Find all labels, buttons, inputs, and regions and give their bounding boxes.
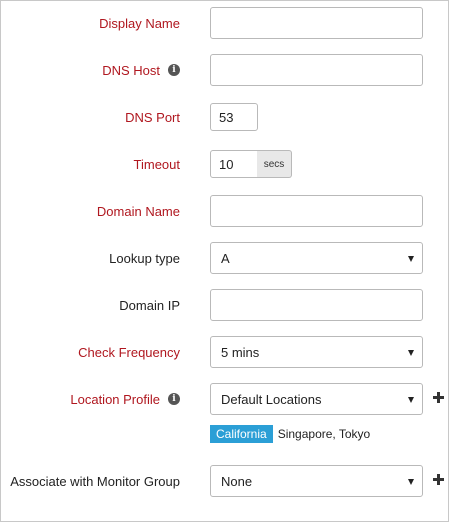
lookup-type-value: A bbox=[221, 250, 230, 266]
location-profile-select[interactable]: Default Locations bbox=[210, 383, 423, 415]
domain-ip-input[interactable] bbox=[210, 289, 423, 321]
check-frequency-value: 5 mins bbox=[221, 344, 260, 360]
display-name-input[interactable] bbox=[210, 7, 423, 39]
add-monitor-group-plus-icon[interactable] bbox=[433, 474, 444, 485]
check-frequency-select[interactable]: 5 mins bbox=[210, 336, 423, 368]
dns-port-label: DNS Port bbox=[125, 109, 180, 125]
domain-name-row: Domain Name bbox=[0, 195, 449, 227]
domain-ip-row: Domain IP bbox=[0, 289, 449, 321]
caret-down-icon bbox=[408, 350, 414, 356]
display-name-row: Display Name bbox=[0, 7, 449, 39]
lookup-type-select[interactable]: A bbox=[210, 242, 423, 274]
caret-down-icon bbox=[408, 479, 414, 485]
lookup-type-row: Lookup type A bbox=[0, 242, 449, 274]
location-profile-label: Location Profile i bbox=[70, 383, 180, 415]
dns-host-input[interactable] bbox=[210, 54, 423, 86]
monitor-group-label: Associate with Monitor Group bbox=[10, 473, 180, 489]
domain-name-label: Domain Name bbox=[96, 203, 180, 219]
monitor-group-select[interactable]: None bbox=[210, 465, 423, 497]
info-icon[interactable]: i bbox=[168, 393, 180, 405]
add-location-profile-plus-icon[interactable] bbox=[433, 392, 444, 403]
primary-location-badge: California bbox=[210, 425, 273, 443]
domain-name-input[interactable] bbox=[210, 195, 423, 227]
timeout-input[interactable]: 10 bbox=[210, 150, 258, 178]
monitor-group-row: Associate with Monitor Group None bbox=[0, 465, 449, 497]
timeout-row: Timeout 10 secs bbox=[0, 148, 449, 180]
timeout-label: Timeout bbox=[133, 156, 180, 172]
dns-host-row: DNS Host i bbox=[0, 54, 449, 86]
location-profile-value: Default Locations bbox=[221, 391, 322, 407]
lookup-type-label: Lookup type bbox=[109, 250, 180, 266]
monitor-group-value: None bbox=[221, 473, 253, 489]
caret-down-icon bbox=[408, 397, 414, 403]
timeout-unit-addon: secs bbox=[257, 150, 292, 178]
domain-ip-label: Domain IP bbox=[119, 297, 180, 313]
check-frequency-label: Check Frequency bbox=[78, 344, 180, 360]
dns-host-label: DNS Host i bbox=[102, 54, 180, 86]
check-frequency-row: Check Frequency 5 mins bbox=[0, 336, 449, 368]
other-locations-text: Singapore, Tokyo bbox=[277, 427, 371, 441]
caret-down-icon bbox=[408, 256, 414, 262]
dns-port-input[interactable]: 53 bbox=[210, 103, 258, 131]
location-summary: California Singapore, Tokyo bbox=[210, 425, 370, 443]
location-profile-row: Location Profile i Default Locations bbox=[0, 383, 449, 415]
display-name-label: Display Name bbox=[99, 15, 180, 31]
dns-port-row: DNS Port 53 bbox=[0, 101, 449, 133]
info-icon[interactable]: i bbox=[168, 64, 180, 76]
